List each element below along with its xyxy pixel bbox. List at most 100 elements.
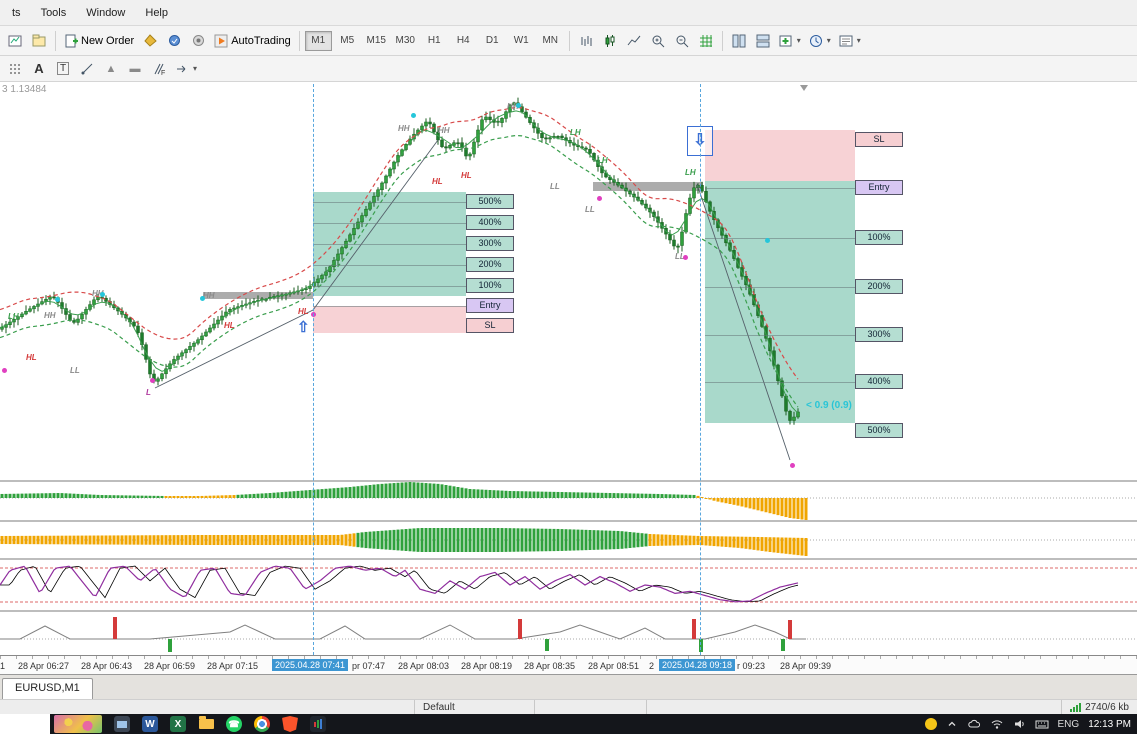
rectangle-button[interactable]: ▬	[123, 58, 147, 80]
chart-shift-marker[interactable]	[800, 85, 808, 91]
signal-dot	[411, 113, 416, 118]
swing-label-lh: LH	[570, 128, 581, 137]
label-button[interactable]: T	[51, 58, 75, 80]
up-arrow-marker[interactable]: ⇧	[297, 320, 310, 335]
chart-window[interactable]: 3 1.13484 500% 400% 300% 200% 100% Entry SL 100…	[0, 82, 1137, 674]
timeframe-m30[interactable]: M30	[392, 31, 419, 51]
profile-selector[interactable]: Default	[414, 700, 534, 714]
crosshair-button[interactable]	[3, 58, 27, 80]
timeframe-h1[interactable]: H1	[421, 31, 448, 51]
indicators-icon	[779, 35, 792, 46]
grid-button[interactable]	[694, 30, 718, 52]
taskbar-start-area[interactable]	[0, 714, 50, 734]
channel-button[interactable]: ▲	[99, 58, 123, 80]
profiles-button[interactable]	[27, 30, 51, 52]
connection-status[interactable]: 2740/6 kb	[1061, 700, 1137, 714]
swing-label-hh: HH	[438, 126, 450, 135]
menu-help[interactable]: Help	[135, 3, 178, 23]
time-axis-label: 28 Apr 06:27	[18, 661, 70, 671]
tile-windows-button[interactable]	[727, 30, 751, 52]
tray-expand-icon[interactable]	[946, 718, 958, 730]
system-app-icon[interactable]	[114, 716, 130, 732]
down-arrow-marker[interactable]: ⇩	[687, 126, 713, 156]
toolbar-separator	[568, 30, 570, 51]
candlestick-icon	[605, 34, 615, 47]
language-indicator[interactable]: ENG	[1058, 719, 1080, 730]
indicator-panel-oscillator[interactable]	[0, 558, 1137, 610]
file-explorer-icon[interactable]	[198, 716, 214, 732]
swing-label-lh: LH	[597, 156, 608, 165]
signal-dot	[683, 255, 688, 260]
fibonacci-button[interactable]: F	[147, 58, 171, 80]
menu-window[interactable]: Window	[76, 3, 135, 23]
timeframe-w1[interactable]: W1	[508, 31, 535, 51]
indicator-panel-histogram-1[interactable]	[0, 480, 1137, 520]
tile-windows-icon	[732, 34, 746, 47]
line-chart-button[interactable]	[622, 30, 646, 52]
touch-keyboard-icon[interactable]	[1035, 718, 1049, 730]
templates-icon	[839, 35, 853, 46]
periods-button[interactable]: ▾	[805, 30, 835, 52]
timeframe-mn[interactable]: MN	[537, 31, 564, 51]
trendline-button[interactable]	[75, 58, 99, 80]
price-chart[interactable]: 3 1.13484 500% 400% 300% 200% 100% Entry SL 100…	[0, 82, 1137, 480]
brave-app-icon[interactable]	[282, 716, 298, 732]
indicator-panel-signal[interactable]	[0, 610, 1137, 655]
fib-level-label: 400%	[855, 374, 903, 389]
word-app-icon[interactable]: W	[142, 716, 158, 732]
time-axis-vline-label: 2025.04.28 07:41	[272, 659, 349, 671]
sell-setup-entry-label: Entry	[855, 180, 903, 195]
timeframe-m15[interactable]: M15	[363, 31, 390, 51]
volume-icon[interactable]	[1013, 718, 1026, 730]
new-chart-icon	[8, 35, 22, 46]
timeframe-m1[interactable]: M1	[304, 30, 332, 51]
cascade-windows-button[interactable]	[751, 30, 775, 52]
taskbar-widget-thumbnail[interactable]	[54, 715, 102, 733]
time-axis-label: 28 Apr 06:43	[81, 661, 133, 671]
timeframe-bar: M1 M5 M15 M30 H1 H4 D1 W1 MN	[304, 30, 565, 51]
excel-app-icon[interactable]: X	[170, 716, 186, 732]
clock-time[interactable]: 12:13 PM	[1088, 719, 1131, 730]
metaeditor-button[interactable]	[138, 30, 162, 52]
onedrive-cloud-icon[interactable]	[967, 718, 981, 730]
whatsapp-app-icon[interactable]: ☎	[226, 716, 242, 732]
timeframe-d1[interactable]: D1	[479, 31, 506, 51]
time-axis-label: 28 Apr 08:19	[461, 661, 513, 671]
navigator-button[interactable]	[186, 30, 210, 52]
metatrader-app-icon[interactable]	[310, 716, 326, 732]
dropdown-caret-icon: ▾	[796, 36, 801, 45]
autotrading-button[interactable]: AutoTrading	[210, 30, 295, 52]
chart-tab-eurusd-m1[interactable]: EURUSD,M1	[2, 678, 93, 699]
signal-dot	[150, 378, 155, 383]
indicator-panel-histogram-2[interactable]	[0, 520, 1137, 558]
chrome-app-icon[interactable]	[254, 716, 270, 732]
cascade-windows-icon	[756, 34, 770, 47]
notification-dot-icon[interactable]	[924, 718, 937, 730]
indicators-button[interactable]: ▾	[775, 30, 805, 52]
label-icon: T	[56, 62, 70, 75]
signal-dot	[790, 463, 795, 468]
zoom-out-button[interactable]	[670, 30, 694, 52]
swing-label-ll: LL	[70, 366, 80, 375]
dropdown-caret-icon: ▾	[193, 64, 198, 73]
menu-tools[interactable]: Tools	[31, 3, 77, 23]
arrows-button[interactable]: ▾	[171, 58, 201, 80]
wifi-icon[interactable]	[990, 718, 1004, 730]
entry-level-line	[705, 188, 855, 189]
candlestick-button[interactable]	[598, 30, 622, 52]
market-watch-icon	[168, 35, 180, 46]
new-chart-button[interactable]	[3, 30, 27, 52]
profile-label: Default	[423, 701, 455, 713]
zoom-in-button[interactable]	[646, 30, 670, 52]
text-button[interactable]: A	[27, 58, 51, 80]
svg-text:F: F	[161, 70, 165, 76]
templates-button[interactable]: ▾	[835, 30, 865, 52]
status-empty-segment-2	[646, 700, 1061, 714]
menu-charts-partial[interactable]: ts	[2, 3, 31, 23]
timeframe-h4[interactable]: H4	[450, 31, 477, 51]
new-order-button[interactable]: New Order	[60, 30, 138, 52]
timeframe-m5[interactable]: M5	[334, 31, 361, 51]
time-axis[interactable]: 1 28 Apr 06:27 28 Apr 06:43 28 Apr 06:59 28 …	[0, 655, 1137, 674]
bar-chart-button[interactable]	[574, 30, 598, 52]
market-watch-button[interactable]	[162, 30, 186, 52]
